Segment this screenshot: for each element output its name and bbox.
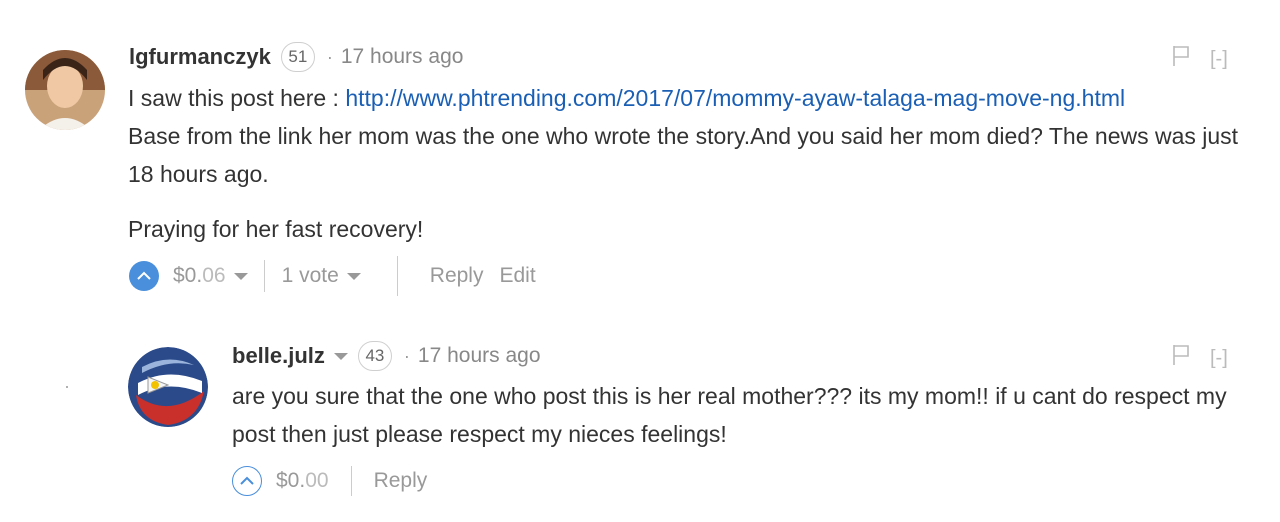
payout-cents: 06 — [202, 264, 226, 287]
upvote-button[interactable] — [232, 466, 262, 496]
caret-down-icon[interactable] — [333, 352, 348, 360]
avatar[interactable] — [128, 347, 208, 427]
reply-button[interactable]: Reply — [430, 264, 484, 288]
comment-actions: $0.00 Reply — [232, 461, 427, 501]
reputation-badge: 43 — [357, 341, 392, 371]
separator: · — [403, 345, 410, 366]
caret-down-icon — [346, 272, 361, 280]
comment-paragraph: I saw this post here : http://www.phtren… — [128, 79, 1263, 193]
author-name[interactable]: lgfurmanczyk — [129, 44, 271, 70]
timestamp[interactable]: 17 hours ago — [418, 344, 541, 368]
upvote-button[interactable] — [129, 261, 159, 291]
vote-count: 1 vote — [281, 264, 339, 287]
separator: · — [326, 46, 333, 67]
collapse-toggle[interactable]: [-] — [1210, 48, 1228, 71]
external-link[interactable]: http://www.phtrending.com/2017/07/mommy-… — [345, 85, 1125, 111]
payout-cents: 00 — [305, 469, 329, 492]
flag-icon[interactable] — [1172, 344, 1190, 372]
comment-tools: [-] — [1172, 45, 1228, 73]
payout-main: $0. — [276, 469, 306, 492]
votes-dropdown[interactable]: 1 vote — [282, 264, 361, 288]
payout-value[interactable]: $0.06 — [173, 264, 248, 288]
caret-down-icon — [233, 272, 248, 280]
comment-text: I saw this post here : — [128, 85, 346, 111]
comment-header: lgfurmanczyk 51 · 17 hours ago — [129, 42, 463, 72]
divider — [350, 466, 352, 496]
comment-header: belle.julz 43 · 17 hours ago — [232, 341, 541, 371]
payout-value[interactable]: $0.00 — [276, 469, 329, 493]
collapse-toggle[interactable]: [-] — [1210, 347, 1228, 370]
comment-body: are you sure that the one who post this … — [232, 377, 1262, 453]
comment-tools: [-] — [1172, 344, 1228, 372]
comment-text: Base from the link her mom was the one w… — [128, 123, 1239, 187]
comment-paragraph: Praying for her fast recovery! — [128, 216, 424, 242]
reply-button[interactable]: Reply — [374, 469, 428, 493]
divider — [396, 256, 398, 296]
comment: lgfurmanczyk 51 · 17 hours ago [-] I saw… — [0, 0, 1280, 300]
comment-paragraph: are you sure that the one who post this … — [232, 383, 1227, 447]
comment-actions: $0.06 1 vote Reply Edit — [129, 256, 536, 296]
comment-body: I saw this post here : http://www.phtren… — [128, 79, 1263, 248]
reply-comment: belle.julz 43 · 17 hours ago [-] are you… — [0, 300, 1280, 522]
payout-main: $0. — [173, 264, 203, 287]
flag-icon[interactable] — [1172, 45, 1190, 73]
author-name[interactable]: belle.julz — [232, 343, 325, 369]
timestamp[interactable]: 17 hours ago — [341, 45, 464, 69]
decorative-dot — [66, 386, 68, 388]
avatar[interactable] — [25, 50, 105, 130]
upvote-chevron-icon — [240, 476, 254, 485]
edit-button[interactable]: Edit — [499, 264, 535, 288]
divider — [263, 260, 265, 292]
reputation-badge: 51 — [280, 42, 315, 72]
upvote-chevron-icon — [137, 271, 151, 280]
